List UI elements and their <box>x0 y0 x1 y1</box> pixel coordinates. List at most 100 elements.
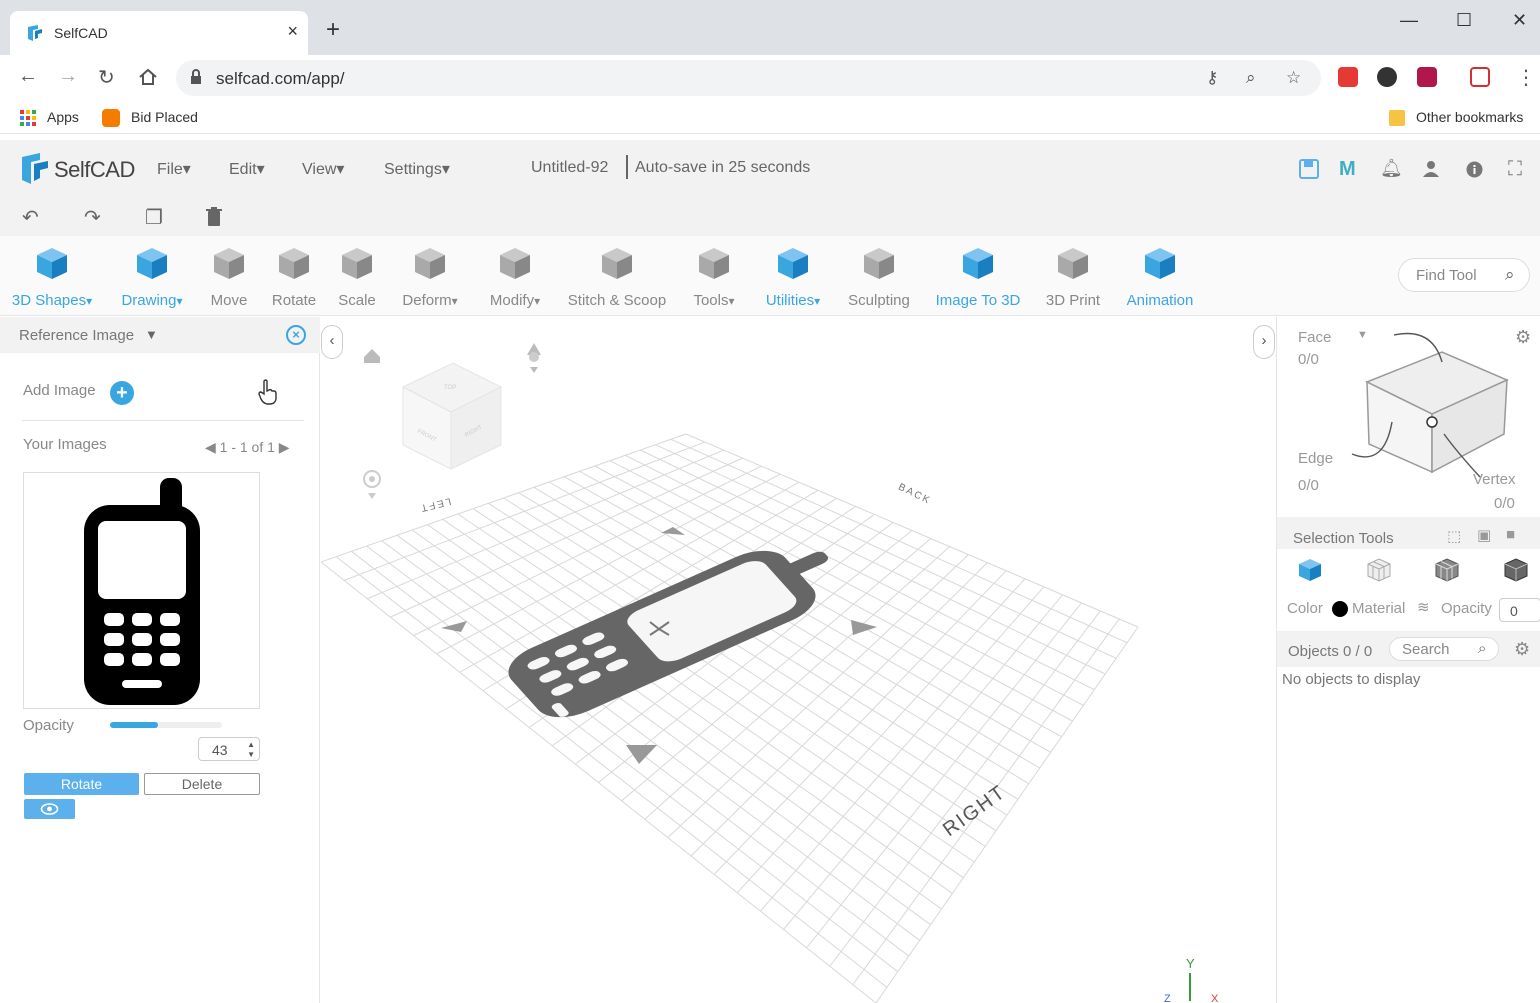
tool-label: Deform <box>402 292 452 309</box>
forward-icon[interactable]: → <box>58 65 78 88</box>
opacity-slider-fill <box>110 722 159 728</box>
3d-viewport[interactable]: ‹ › TOP FRONT RIGHT LEFT BACK RIGHT Y Z … <box>321 317 1276 1003</box>
drawing-icon <box>137 248 167 279</box>
extension-red-icon[interactable] <box>1338 67 1358 87</box>
undo-icon[interactable]: ↶ <box>22 205 39 230</box>
edge-label: Edge <box>1298 450 1334 467</box>
reference-image-thumbnail[interactable] <box>23 472 260 709</box>
edge-mode-icon[interactable] <box>1434 557 1460 583</box>
stepper-down-icon[interactable]: ▼ <box>247 750 255 759</box>
delete-image-button[interactable]: Delete <box>144 773 260 795</box>
opacity-stepper[interactable]: 43 ▲ ▼ <box>198 737 260 761</box>
title-separator <box>626 155 628 179</box>
back-icon[interactable]: ← <box>18 65 38 88</box>
tool-animation[interactable]: Animation <box>1100 244 1220 309</box>
dropdown-caret-icon: ▾ <box>534 294 541 308</box>
axis-y-label: Y <box>1186 956 1195 971</box>
save-icon[interactable] <box>1299 159 1319 179</box>
window-close-icon[interactable]: ✕ <box>1512 10 1527 31</box>
light-icon[interactable] <box>527 343 541 373</box>
add-image-button[interactable]: + <box>110 381 134 405</box>
caret-down-icon[interactable]: ▼ <box>145 327 158 342</box>
axis-z-label: Z <box>1164 993 1171 1003</box>
omnibox[interactable]: selfcad.com/app/ ⚷ ⌕ ☆ <box>176 60 1321 96</box>
new-tab-button[interactable]: + <box>326 18 340 42</box>
select-cursor-icon[interactable]: ⬚ <box>1447 527 1461 545</box>
animation-icon <box>1145 248 1175 279</box>
view-cube[interactable] <box>401 362 503 470</box>
no-objects-text: No objects to display <box>1282 671 1421 688</box>
key-icon[interactable]: ⚷ <box>1206 68 1218 88</box>
select-box-icon[interactable]: ■ <box>1506 526 1515 543</box>
user-icon[interactable] <box>1422 160 1440 178</box>
autosave-status: Auto-save in 25 seconds <box>635 159 811 176</box>
utilities-icon <box>778 248 808 279</box>
browser-menu-icon[interactable]: ⋮ <box>1516 65 1536 90</box>
material-icon: ≋ <box>1417 599 1430 616</box>
fullscreen-icon[interactable]: ⛶ <box>1508 158 1522 181</box>
opacity-slider[interactable] <box>110 722 222 728</box>
tab-close-icon[interactable]: × <box>287 21 298 42</box>
tool-label: 3D Shapes <box>11 292 87 309</box>
vertex-count: 0/0 <box>1494 495 1515 512</box>
menu-view[interactable]: View▾ <box>302 159 344 179</box>
menu-edit[interactable]: Edit▾ <box>229 159 265 179</box>
objects-settings-icon[interactable]: ⚙ <box>1514 639 1530 660</box>
edge-count: 0/0 <box>1298 477 1319 494</box>
reload-icon[interactable]: ↻ <box>98 65 115 90</box>
m-icon[interactable]: M <box>1339 158 1356 181</box>
bookmark-other[interactable]: Other bookmarks <box>1416 109 1523 125</box>
material-label[interactable]: Material <box>1352 600 1405 617</box>
tool-label: Tools <box>693 292 729 309</box>
rotate-image-button[interactable]: Rotate <box>24 773 139 795</box>
extension-colors-icon[interactable] <box>1470 67 1490 87</box>
image-pager[interactable]: ◀ 1 - 1 of 1 ▶ <box>205 439 290 456</box>
maximize-icon[interactable]: ☐ <box>1456 10 1472 31</box>
copy-icon[interactable]: ❐ <box>145 205 163 230</box>
home-view-icon[interactable] <box>364 349 380 363</box>
your-images-label: Your Images <box>23 436 107 453</box>
3d-print-icon <box>1058 248 1088 279</box>
image-to-3d-icon <box>963 248 993 279</box>
find-tool-input[interactable]: Find Tool ⌕ <box>1398 258 1530 292</box>
stepper-up-icon[interactable]: ▲ <box>247 740 255 749</box>
toggle-visibility-button[interactable] <box>24 799 75 819</box>
face-count: 0/0 <box>1298 351 1319 368</box>
vertex-mode-icon[interactable] <box>1503 557 1529 583</box>
color-swatch[interactable] <box>1332 601 1348 617</box>
zoom-icon[interactable]: ⌕ <box>1246 68 1256 88</box>
bookmark-apps[interactable]: Apps <box>47 109 79 125</box>
star-icon[interactable]: ☆ <box>1286 68 1301 88</box>
menu-file[interactable]: File▾ <box>157 159 191 179</box>
object-search-input[interactable]: Search ⌕ <box>1389 637 1499 661</box>
selection-panel: Face ▼ 0/0 ⚙ Edge 0/0 Vertex 0/0 Selecti… <box>1276 317 1540 1003</box>
reference-image-panel: Reference Image ▼ × Add Image + Your Ima… <box>0 317 320 1003</box>
opacity-value: 43 <box>212 742 228 758</box>
document-title[interactable]: Untitled-92 <box>531 159 608 177</box>
select-group-icon[interactable]: ▣ <box>1477 526 1491 544</box>
minimize-icon[interactable]: — <box>1400 10 1418 31</box>
eye-icon <box>40 803 59 815</box>
extension-pocket-icon[interactable] <box>1417 67 1437 87</box>
bell-icon[interactable]: 🔔︎ <box>1380 158 1403 179</box>
object-opacity-field[interactable]: 0 <box>1499 598 1540 622</box>
menu-settings[interactable]: Settings▾ <box>384 159 450 179</box>
find-tool-placeholder: Find Tool <box>1416 267 1477 284</box>
info-icon[interactable] <box>1466 161 1483 178</box>
deform-icon <box>415 248 445 279</box>
face-mode-icon[interactable] <box>1366 557 1392 583</box>
sculpting-icon <box>864 248 894 279</box>
crosshair-icon[interactable] <box>363 470 381 499</box>
bid-placed-icon <box>102 109 120 127</box>
redo-icon[interactable]: ↷ <box>84 205 101 230</box>
bookmark-bid-placed[interactable]: Bid Placed <box>131 109 198 125</box>
extension-k-icon[interactable] <box>1377 67 1397 87</box>
stitch-scoop-icon <box>602 248 632 279</box>
close-panel-icon[interactable]: × <box>286 325 306 345</box>
object-mode-icon[interactable] <box>1297 557 1323 583</box>
trash-icon[interactable] <box>206 207 222 227</box>
bookmarks-bar: Apps Bid Placed Other bookmarks <box>0 100 1540 134</box>
browser-tab[interactable]: SelfCAD × <box>10 11 308 55</box>
phone-3d-model[interactable] <box>497 528 859 727</box>
home-icon[interactable] <box>138 67 158 87</box>
